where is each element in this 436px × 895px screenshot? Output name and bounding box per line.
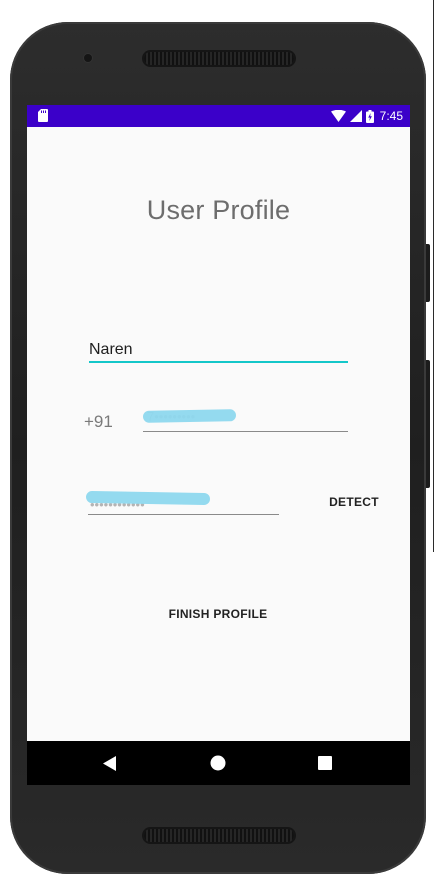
- phone-number-underline: [143, 431, 348, 432]
- phone-number-redaction: [142, 409, 237, 423]
- volume-rocker[interactable]: [426, 360, 430, 488]
- page-title: User Profile: [146, 195, 291, 225]
- phone-number-input[interactable]: 7•••••••••: [142, 405, 348, 433]
- location-redaction: [85, 490, 211, 506]
- status-icons: 7:45: [330, 105, 403, 127]
- bottom-speaker-grille: [144, 829, 294, 842]
- front-camera: [84, 54, 92, 62]
- detect-location-button[interactable]: DETECT: [317, 489, 391, 515]
- recents-icon: [318, 756, 332, 770]
- location-input[interactable]: ••••••••••••: [85, 488, 279, 516]
- finish-profile-button[interactable]: FINISH PROFILE: [147, 601, 289, 627]
- location-underline: [88, 514, 279, 515]
- nav-back-button[interactable]: [88, 741, 132, 785]
- cell-signal-icon: [349, 110, 362, 122]
- window-edge-divider: [433, 0, 434, 552]
- sd-card-icon: [38, 109, 48, 122]
- home-icon: [210, 755, 226, 771]
- name-input[interactable]: Naren: [89, 335, 348, 363]
- emulator-frame: 7:45 User Profile Naren +91 7••••••••• •…: [0, 0, 436, 895]
- battery-charging-icon: [365, 109, 374, 123]
- country-code-label: +91: [84, 412, 113, 431]
- top-speaker-grille: [144, 52, 294, 65]
- name-input-value: Naren: [89, 341, 133, 358]
- nav-home-button[interactable]: [196, 741, 240, 785]
- status-bar: 7:45: [27, 105, 410, 127]
- back-icon: [103, 755, 116, 771]
- name-input-underline: [89, 361, 348, 363]
- nav-recents-button[interactable]: [303, 741, 347, 785]
- navigation-bar: [27, 741, 410, 785]
- wifi-icon: [330, 110, 346, 122]
- status-time: 7:45: [379, 109, 403, 123]
- power-button[interactable]: [426, 244, 430, 302]
- device-screen: 7:45 User Profile Naren +91 7••••••••• •…: [27, 105, 410, 785]
